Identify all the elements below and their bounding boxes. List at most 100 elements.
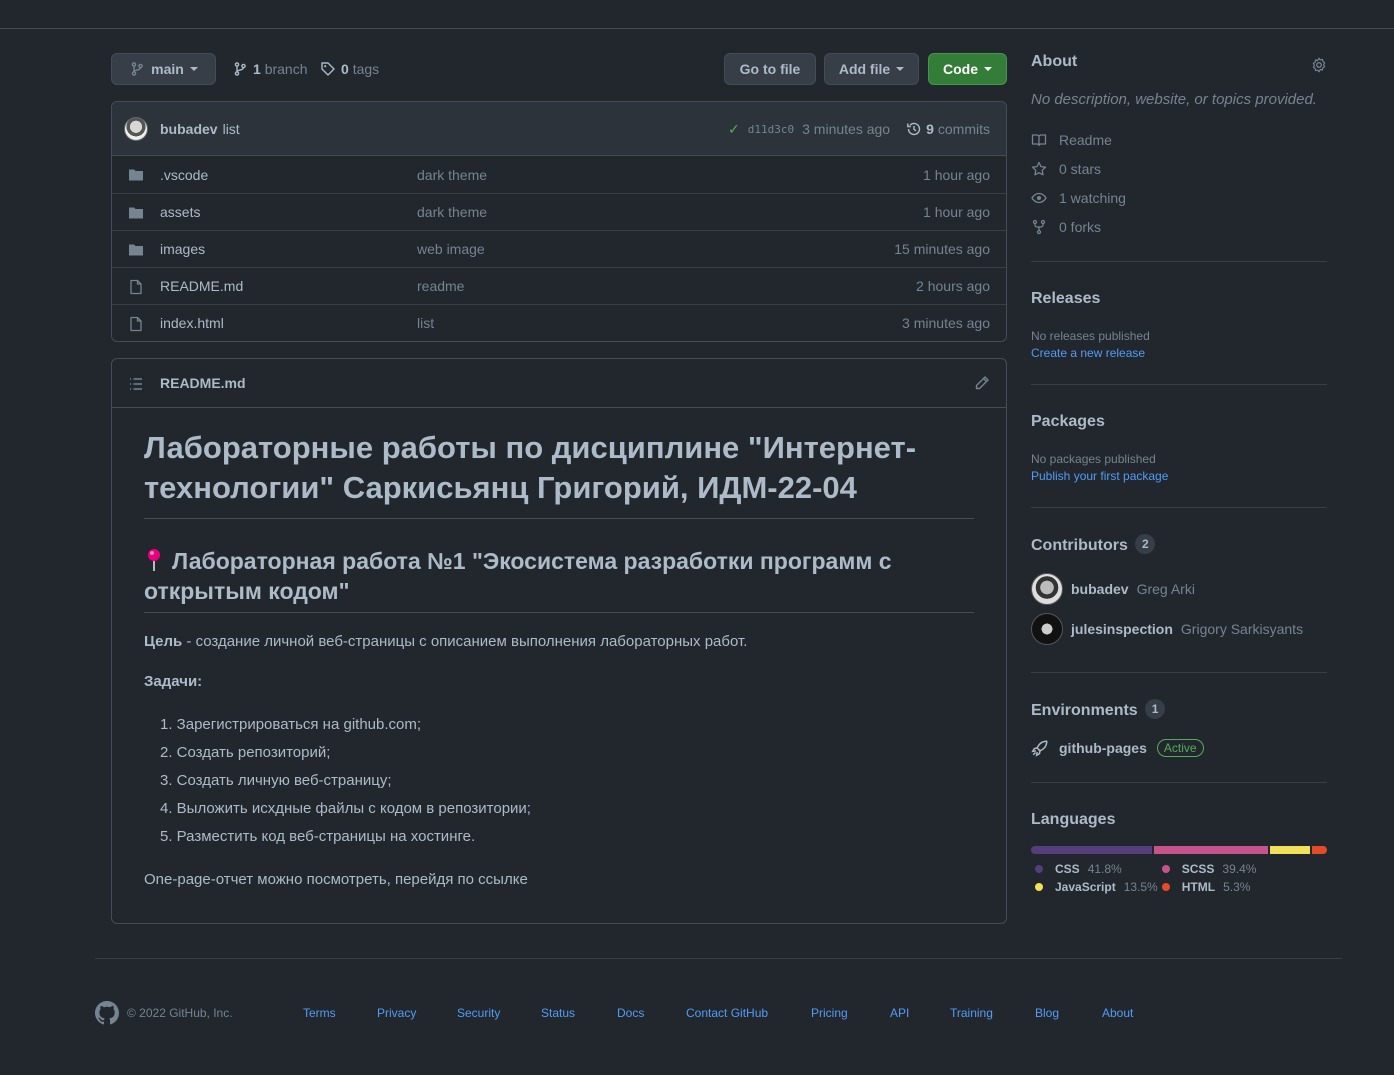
table-row[interactable]: index.html list 3 minutes ago — [112, 304, 1006, 341]
goal-text: - создание личной веб-страницы с описани… — [182, 633, 748, 650]
language-item[interactable]: JavaScript 13.5% — [1031, 880, 1158, 894]
create-release-link[interactable]: Create a new release — [1031, 346, 1327, 360]
footer-divider — [95, 958, 1342, 959]
contributor-name: Grigory Sarkisyants — [1180, 621, 1304, 637]
status-badge: Active — [1156, 739, 1204, 757]
footer-link-security[interactable]: Security — [457, 1006, 500, 1020]
forks-link[interactable]: 0 forks — [1031, 212, 1327, 241]
file-name[interactable]: README.md — [160, 278, 243, 294]
readme-goal: Цель - создание личной веб-страницы с оп… — [144, 631, 974, 653]
divider — [1031, 507, 1327, 508]
releases-empty: No releases published — [1031, 329, 1150, 343]
footer-link-api[interactable]: API — [890, 1006, 909, 1020]
commit-count: 9 — [926, 121, 934, 137]
commit-time: 3 minutes ago — [802, 121, 891, 137]
branch-select-button[interactable]: main — [111, 53, 216, 85]
file-commit-message[interactable]: web image — [417, 241, 485, 257]
file-age: 15 minutes ago — [894, 241, 990, 257]
language-bar-segment[interactable] — [1031, 846, 1153, 854]
footer-link-terms[interactable]: Terms — [303, 1006, 336, 1020]
contributor-name: Greg Arki — [1136, 581, 1195, 597]
check-icon[interactable]: ✓ — [728, 121, 740, 138]
readme-link[interactable]: Readme — [1031, 125, 1327, 154]
language-item[interactable]: SCSS 39.4% — [1158, 862, 1256, 876]
commit-meta: ✓ d11d3c0 3 minutes ago 9 commits — [728, 102, 990, 156]
file-commit-message[interactable]: dark theme — [417, 204, 487, 220]
code-button[interactable]: Code — [928, 53, 1007, 85]
file-name[interactable]: index.html — [160, 315, 224, 331]
stars-count: 0 stars — [1059, 160, 1102, 177]
publish-package-link[interactable]: Publish your first package — [1031, 469, 1327, 483]
file-commit-message[interactable]: dark theme — [417, 167, 487, 183]
folder-icon — [129, 169, 143, 181]
git-branch-icon — [234, 62, 246, 76]
table-row[interactable]: assets dark theme 1 hour ago — [112, 193, 1006, 230]
file-name[interactable]: assets — [160, 204, 200, 220]
language-percent: 41.8% — [1087, 862, 1122, 876]
tag-count: 0 — [341, 61, 349, 77]
language-bar-segment[interactable] — [1154, 846, 1269, 854]
contributors-section: Contributors 2 bubadev Greg Arki julesin… — [1031, 534, 1327, 649]
add-file-button[interactable]: Add file — [824, 53, 919, 85]
list-icon[interactable] — [128, 376, 144, 392]
gear-icon[interactable] — [1311, 57, 1327, 73]
eye-icon — [1031, 192, 1047, 203]
readme-file-title[interactable]: README.md — [160, 375, 246, 391]
table-row[interactable]: README.md readme 2 hours ago — [112, 267, 1006, 304]
branches-link[interactable]: 1 branch — [232, 53, 308, 85]
chevron-down-icon — [896, 67, 905, 71]
language-percent: 13.5% — [1123, 880, 1158, 894]
watchers-link[interactable]: 1 watching — [1031, 183, 1327, 212]
language-bar-segment[interactable] — [1270, 846, 1310, 854]
file-age: 1 hour ago — [923, 166, 990, 183]
language-name: SCSS — [1181, 862, 1215, 876]
about-stats: Readme 0 stars 1 watching 0 forks — [1031, 125, 1327, 241]
pencil-icon[interactable] — [974, 375, 990, 391]
footer-link-contact[interactable]: Contact GitHub — [686, 1006, 768, 1020]
language-item[interactable]: CSS 41.8% — [1031, 862, 1158, 876]
footer-link-privacy[interactable]: Privacy — [377, 1006, 416, 1020]
fork-icon — [1032, 219, 1046, 234]
footer-link-pricing[interactable]: Pricing — [811, 1006, 848, 1020]
footer-link-docs[interactable]: Docs — [617, 1006, 644, 1020]
history-icon — [907, 122, 921, 136]
environment-item[interactable]: github-pages Active — [1031, 736, 1327, 760]
footer-link-status[interactable]: Status — [541, 1006, 575, 1020]
environments-section: Environments 1 github-pages Active — [1031, 699, 1327, 760]
commits-history-link[interactable]: 9 commits — [906, 121, 990, 137]
goal-label: Цель — [144, 633, 183, 650]
commit-message[interactable]: list — [223, 121, 240, 137]
file-commit-message[interactable]: readme — [417, 278, 464, 294]
packages-title[interactable]: Packages — [1031, 413, 1327, 431]
tags-link[interactable]: 0 tags — [320, 53, 379, 85]
file-name[interactable]: .vscode — [160, 167, 208, 183]
language-name: CSS — [1055, 862, 1080, 876]
header-divider — [0, 28, 1394, 29]
readme-header: README.md — [112, 359, 1006, 408]
contributors-title[interactable]: Contributors 2 — [1031, 534, 1327, 555]
go-to-file-button[interactable]: Go to file — [724, 53, 816, 85]
file-age: 3 minutes ago — [902, 315, 990, 331]
file-name[interactable]: images — [160, 241, 205, 257]
file-commit-message[interactable]: list — [417, 315, 434, 331]
table-row[interactable]: .vscode dark theme 1 hour ago — [112, 156, 1006, 193]
environments-title[interactable]: Environments 1 — [1031, 699, 1327, 720]
avatar[interactable] — [124, 116, 148, 141]
commit-author[interactable]: bubadev — [160, 121, 218, 137]
language-percent: 5.3% — [1223, 880, 1251, 894]
stars-link[interactable]: 0 stars — [1031, 154, 1327, 183]
table-row[interactable]: images web image 15 minutes ago — [112, 230, 1006, 267]
footer-link-blog[interactable]: Blog — [1035, 1006, 1059, 1020]
environments-count: 1 — [1145, 699, 1166, 719]
footer-link-about[interactable]: About — [1102, 1006, 1133, 1020]
file-icon — [130, 316, 142, 332]
github-logo-icon[interactable] — [95, 1001, 119, 1025]
language-bar-segment[interactable] — [1311, 846, 1327, 854]
contributor-item[interactable]: bubadev Greg Arki — [1031, 569, 1327, 609]
language-color-dot — [1161, 865, 1170, 873]
language-item[interactable]: HTML 5.3% — [1158, 880, 1257, 894]
footer-link-training[interactable]: Training — [950, 1006, 993, 1020]
releases-title[interactable]: Releases — [1031, 290, 1327, 308]
commit-sha[interactable]: d11d3c0 — [748, 123, 794, 136]
contributor-item[interactable]: julesinspection Grigory Sarkisyants — [1031, 609, 1327, 649]
